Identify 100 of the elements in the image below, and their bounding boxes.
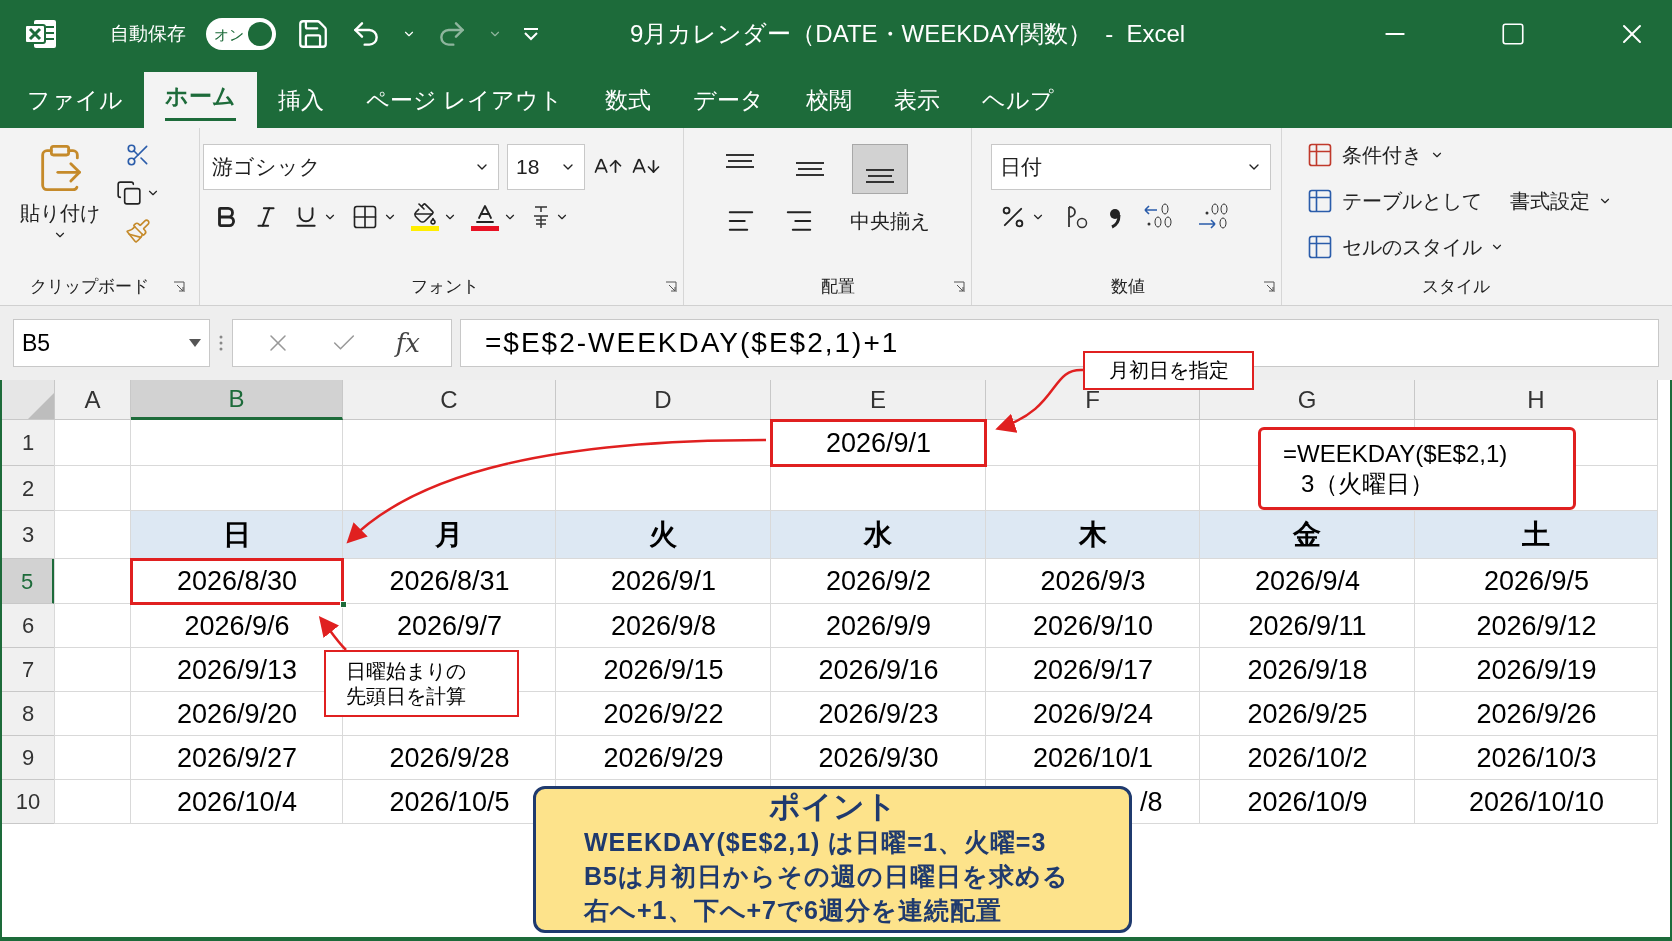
row-header[interactable]: 3 [2, 511, 55, 559]
table-cell[interactable]: 2026/9/3 [986, 559, 1200, 604]
table-cell[interactable]: 2026/10/4 [131, 780, 343, 824]
table-cell[interactable]: 2026/9/12 [1415, 604, 1658, 648]
table-cell[interactable]: 2026/10/1 [986, 736, 1200, 780]
group-label: フォント [411, 276, 479, 299]
vertical-align-button[interactable] [852, 144, 908, 194]
table-cell[interactable]: 2026/9/2 [771, 559, 986, 604]
point-title: ポイント [768, 789, 897, 825]
column-header[interactable]: A [55, 380, 131, 420]
ribbon-tab[interactable]: ページ レイアウト [345, 72, 585, 128]
table-cell[interactable]: 2026/8/31 [343, 559, 556, 604]
ribbon-tab[interactable]: ホーム [144, 72, 257, 128]
table-cell[interactable]: 2026/9/1 [556, 559, 771, 604]
style-menu-button[interactable]: 条件付き [1306, 138, 1662, 172]
maximize-icon[interactable] [1500, 21, 1526, 47]
dropdown-arrow-icon [189, 339, 201, 347]
table-cell[interactable]: 2026/9/8 [556, 604, 771, 648]
ribbon-tab[interactable]: 数式 [584, 72, 673, 128]
weekday-header-cell[interactable]: 土 [1415, 511, 1658, 559]
column-header[interactable]: C [343, 380, 556, 420]
table-cell[interactable]: 2026/9/26 [1415, 692, 1658, 736]
paste-button[interactable]: 貼り付け [20, 142, 100, 242]
table-style-icon [1306, 187, 1334, 215]
row-header[interactable]: 2 [2, 466, 55, 511]
customize-caret-icon[interactable] [522, 27, 540, 41]
table-cell[interactable]: 2026/9/4 [1200, 559, 1415, 604]
row-header[interactable]: 7 [2, 648, 55, 692]
row-header[interactable]: 10 [2, 780, 55, 824]
weekday-header-cell[interactable]: 木 [986, 511, 1200, 559]
table-cell[interactable]: /8 [1136, 780, 1200, 824]
table-cell[interactable]: 2026/9/5 [1415, 559, 1658, 604]
weekday-header-cell[interactable]: 日 [131, 511, 343, 559]
table-cell[interactable]: 2026/9/1 [771, 420, 986, 466]
merge-center-button[interactable]: 中央揃え [850, 206, 930, 236]
number-format-dropdown[interactable]: 日付 [991, 144, 1271, 190]
weekday-header-cell[interactable]: 火 [556, 511, 771, 559]
table-cell[interactable]: 2026/10/10 [1415, 780, 1658, 824]
column-header[interactable]: E [771, 380, 986, 420]
table-cell[interactable]: 2026/9/30 [771, 736, 986, 780]
table-cell[interactable]: 2026/10/2 [1200, 736, 1415, 780]
table-cell[interactable]: 2026/9/25 [1200, 692, 1415, 736]
autosave-toggle[interactable]: オン [206, 18, 276, 50]
fill-color-icon[interactable] [411, 202, 439, 231]
group-label: スタイル [1422, 276, 1490, 299]
table-cell[interactable]: 2026/9/19 [1415, 648, 1658, 692]
name-box[interactable]: B5 [13, 319, 210, 367]
ribbon-tab[interactable]: データ [672, 72, 786, 128]
row-header[interactable]: 8 [2, 692, 55, 736]
save-icon[interactable] [296, 17, 330, 51]
spreadsheet-logo-icon[interactable] [24, 18, 58, 50]
table-cell[interactable]: 2026/10/3 [1415, 736, 1658, 780]
table-cell[interactable]: 2026/9/7 [343, 604, 556, 648]
weekday-header-cell[interactable]: 月 [343, 511, 556, 559]
table-cell[interactable]: 2026/9/24 [986, 692, 1200, 736]
table-cell[interactable]: 2026/9/17 [986, 648, 1200, 692]
table-cell[interactable]: 2026/9/10 [986, 604, 1200, 648]
ribbon-tab[interactable]: ファイル [6, 72, 144, 128]
insert-function-button[interactable]: fx [395, 323, 420, 363]
ribbon-tab[interactable]: ヘルプ [961, 72, 1076, 128]
dialog-launcher-icon[interactable] [953, 281, 965, 293]
table-cell[interactable]: 2026/9/16 [771, 648, 986, 692]
table-cell[interactable]: 2026/9/9 [771, 604, 986, 648]
column-header[interactable]: D [556, 380, 771, 420]
table-style-icon [1306, 233, 1334, 261]
column-header[interactable]: H [1415, 380, 1658, 420]
dialog-launcher-icon[interactable] [1263, 281, 1275, 293]
copy-icon[interactable] [116, 180, 142, 206]
dialog-launcher-icon[interactable] [173, 281, 185, 293]
callout-text: =WEEKDAY($E$2,1) [1283, 438, 1508, 469]
callout-text: 先頭日を計算 [346, 683, 466, 709]
row-header[interactable]: 6 [2, 604, 55, 648]
table-cell[interactable]: 2026/9/15 [556, 648, 771, 692]
table-cell[interactable]: 2026/10/9 [1200, 780, 1415, 824]
table-cell[interactable]: 2026/9/27 [131, 736, 343, 780]
phonetic-icon[interactable] [531, 203, 551, 230]
table-cell[interactable]: 2026/9/18 [1200, 648, 1415, 692]
style-menu-button[interactable]: セルのスタイル [1306, 230, 1662, 264]
table-cell[interactable]: 2026/9/22 [556, 692, 771, 736]
table-cell[interactable]: 2026/9/28 [343, 736, 556, 780]
drag-handle-icon[interactable] [218, 333, 224, 353]
column-header[interactable]: G [1200, 380, 1415, 420]
table-cell[interactable]: 2026/9/23 [771, 692, 986, 736]
column-header[interactable]: B [131, 380, 343, 420]
row-header[interactable]: 9 [2, 736, 55, 780]
dialog-launcher-icon[interactable] [665, 281, 677, 293]
table-cell[interactable]: 2026/9/6 [131, 604, 343, 648]
font-size-dropdown[interactable]: 18 [507, 144, 585, 190]
weekday-header-cell[interactable]: 金 [1200, 511, 1415, 559]
weekday-header-cell[interactable]: 水 [771, 511, 986, 559]
table-cell[interactable]: 2026/9/11 [1200, 604, 1415, 648]
row-header[interactable]: 5 [2, 559, 55, 604]
ribbon-tab[interactable]: 表示 [873, 72, 962, 128]
table-cell[interactable]: 2026/9/29 [556, 736, 771, 780]
style-menu-button[interactable]: テーブルとして 書式設定 [1306, 184, 1662, 218]
font-color-icon[interactable] [471, 202, 499, 231]
font-name-dropdown[interactable]: 游ゴシック [203, 144, 499, 190]
ribbon-tab[interactable]: 挿入 [257, 72, 345, 128]
ribbon-tab[interactable]: 校閲 [785, 72, 874, 128]
row-header[interactable]: 1 [2, 420, 55, 466]
